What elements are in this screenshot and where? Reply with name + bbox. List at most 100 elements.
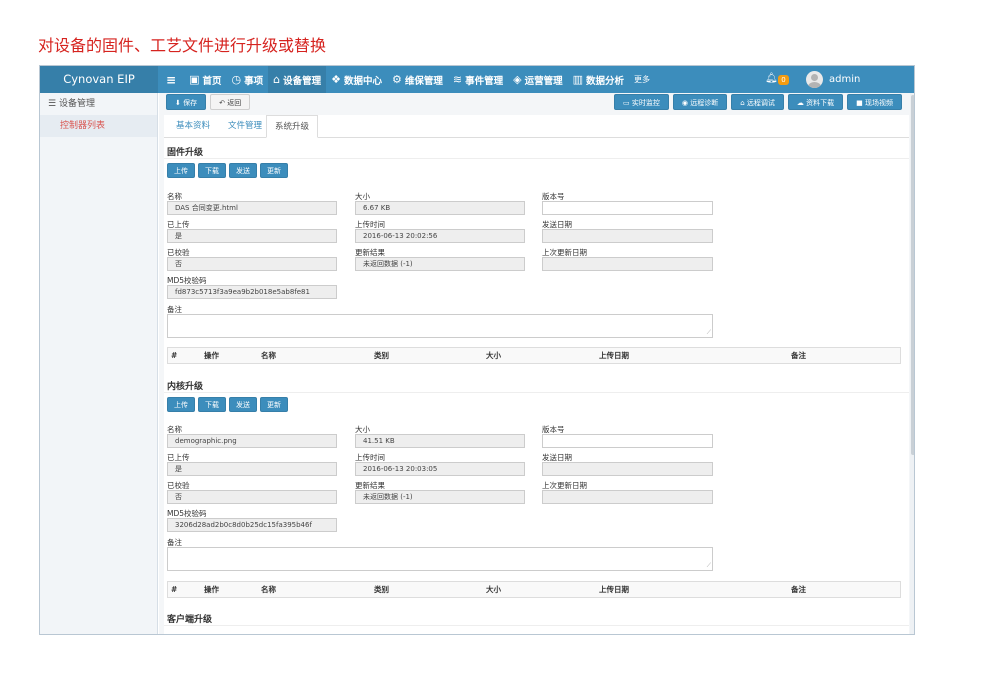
nav-label: 事项	[244, 75, 264, 87]
nav-maintenance[interactable]: ⚙ 维保管理	[387, 66, 448, 93]
upload-time-field: 2016-06-13 20:03:05	[355, 462, 525, 476]
nav-data-center[interactable]: ❖ 数据中心	[326, 66, 387, 93]
brand-logo[interactable]: Cynovan EIP	[40, 66, 158, 93]
size-field: 41.51 KB	[355, 434, 525, 448]
uploaded-field: 是	[167, 229, 337, 243]
save-button[interactable]: ⬇ 保存	[166, 94, 207, 110]
name-field: DAS 合同变更.html	[167, 201, 337, 215]
column-header: 操作	[204, 351, 219, 360]
detail-panel: 基本资料 文件管理 系统升级 固件升级 上传 下载 发送 更新 名称 DAS 合…	[164, 115, 909, 634]
menu-toggle-icon[interactable]: ≡	[160, 66, 184, 93]
nav-label: 设备管理	[283, 75, 322, 87]
send-button[interactable]: 发送	[229, 397, 257, 412]
nav-more[interactable]: 更多	[629, 66, 655, 93]
page-caption: 对设备的固件、工艺文件进行升级或替换	[38, 36, 327, 55]
tab-system-upgrade[interactable]: 系统升级	[266, 115, 319, 138]
md5-field: 3206d28ad2b0c8d0b25dc15fa395b46f	[167, 518, 337, 532]
sidebar-item-controller-list[interactable]: 控制器列表	[40, 115, 157, 137]
back-button[interactable]: ↶ 返回	[210, 94, 251, 110]
layers-icon: ≋	[452, 73, 463, 86]
remote-diagnosis-button[interactable]: ◉ 远程诊断	[672, 94, 728, 110]
download-button[interactable]: 下载	[198, 163, 226, 178]
column-header: 类别	[374, 585, 389, 594]
column-header: #	[171, 351, 178, 360]
column-header: 名称	[261, 585, 276, 594]
update-result-field: 未返回数据 (-1)	[355, 490, 525, 504]
id-card-icon: ▣	[189, 73, 200, 86]
send-button[interactable]: 发送	[229, 163, 257, 178]
nav-label: 运营管理	[524, 75, 563, 87]
update-result-field: 未返回数据 (-1)	[355, 257, 525, 271]
button-label: 资料下载	[806, 99, 835, 107]
upload-time-field: 2016-06-13 20:02:56	[355, 229, 525, 243]
update-button[interactable]: 更新	[260, 397, 288, 412]
md5-field: fd873c5713f3a9ea9b2b018e5ab8fe81	[167, 285, 337, 299]
user-name[interactable]: admin	[829, 66, 860, 93]
version-input[interactable]	[542, 201, 713, 215]
bell-icon[interactable]: 🔔︎	[765, 73, 778, 84]
section-divider	[164, 625, 909, 626]
file-table-header: # 操作 名称 类别 大小 上传日期 备注	[167, 581, 901, 598]
verified-field: 否	[167, 257, 337, 271]
back-label: 返回	[227, 99, 242, 107]
nav-label: 事件管理	[465, 75, 504, 87]
column-header: 类别	[374, 351, 389, 360]
avatar[interactable]	[806, 71, 823, 88]
sidebar-group-label: 设备管理	[58, 99, 95, 109]
scrollbar-thumb[interactable]	[911, 95, 914, 455]
uploaded-field: 是	[167, 462, 337, 476]
vertical-scrollbar[interactable]	[910, 93, 914, 634]
cloud-download-icon: ☁	[796, 99, 804, 107]
router-icon: ⌂	[273, 73, 281, 86]
button-label: 实时监控	[631, 99, 660, 107]
send-date-field	[542, 229, 713, 243]
tab-file-management[interactable]: 文件管理	[220, 115, 270, 138]
column-header: 操作	[204, 585, 219, 594]
camera-icon: ◉	[681, 99, 688, 107]
app-window: Cynovan EIP ≡ ▣ 首页 ◷ 事项 ⌂ 设备管理 ❖ 数据中心 ⚙ 维保管理 …	[39, 65, 915, 635]
download-button[interactable]: 下载	[198, 397, 226, 412]
last-update-field	[542, 490, 713, 504]
button-label: 远程调试	[746, 99, 775, 107]
home-icon: ⌂	[740, 99, 745, 107]
nav-operations[interactable]: ◈ 运营管理	[508, 66, 567, 93]
remark-textarea[interactable]	[167, 547, 713, 571]
nav-device-management[interactable]: ⌂ 设备管理	[268, 66, 327, 93]
size-field: 6.67 KB	[355, 201, 525, 215]
nav-tasks[interactable]: ◷ 事项	[226, 66, 268, 93]
nav-events[interactable]: ≋ 事件管理	[448, 66, 508, 93]
list-icon: ☰	[48, 99, 57, 109]
column-header: 大小	[486, 585, 501, 594]
docs-download-button[interactable]: ☁ 资料下载	[787, 94, 844, 110]
kernel-actions: 上传 下载 发送 更新	[167, 397, 288, 412]
section-title: 客户端升级	[167, 615, 213, 625]
remote-debug-button[interactable]: ⌂ 远程调试	[731, 94, 784, 110]
video-icon: ■	[856, 99, 863, 107]
nav-analytics[interactable]: ▥ 数据分析	[568, 66, 629, 93]
upload-button[interactable]: 上传	[167, 163, 195, 178]
upload-button[interactable]: 上传	[167, 397, 195, 412]
name-field: demographic.png	[167, 434, 337, 448]
tab-basic-info[interactable]: 基本资料	[168, 115, 218, 138]
sidebar-group-device-management[interactable]: ☰ 设备管理	[40, 93, 157, 115]
remark-textarea[interactable]	[167, 314, 713, 338]
section-title: 内核升级	[167, 382, 204, 392]
section-divider	[164, 392, 909, 393]
column-header: 上传日期	[599, 585, 629, 594]
version-input[interactable]	[542, 434, 713, 448]
nav-label: 维保管理	[404, 75, 443, 87]
section-title: 固件升级	[167, 148, 204, 158]
main-content: ⬇ 保存 ↶ 返回 ▭ 实时监控 ◉ 远程诊断 ⌂ 远程调试 ☁ 资料下载 ■ …	[159, 93, 914, 634]
column-header: 名称	[261, 351, 276, 360]
bar-chart-icon: ▥	[572, 73, 584, 86]
tab-bar: 基本资料 文件管理 系统升级	[164, 115, 909, 138]
column-header: 备注	[791, 351, 806, 360]
column-header: 大小	[486, 351, 501, 360]
top-navbar: Cynovan EIP ≡ ▣ 首页 ◷ 事项 ⌂ 设备管理 ❖ 数据中心 ⚙ 维保管理 …	[40, 66, 914, 93]
realtime-monitor-button[interactable]: ▭ 实时监控	[614, 94, 669, 110]
save-label: 保存	[183, 99, 198, 107]
site-video-button[interactable]: ■ 现场视频	[847, 94, 902, 110]
nav-home[interactable]: ▣ 首页	[184, 66, 226, 93]
nav-label: 数据中心	[343, 75, 382, 87]
update-button[interactable]: 更新	[260, 163, 288, 178]
